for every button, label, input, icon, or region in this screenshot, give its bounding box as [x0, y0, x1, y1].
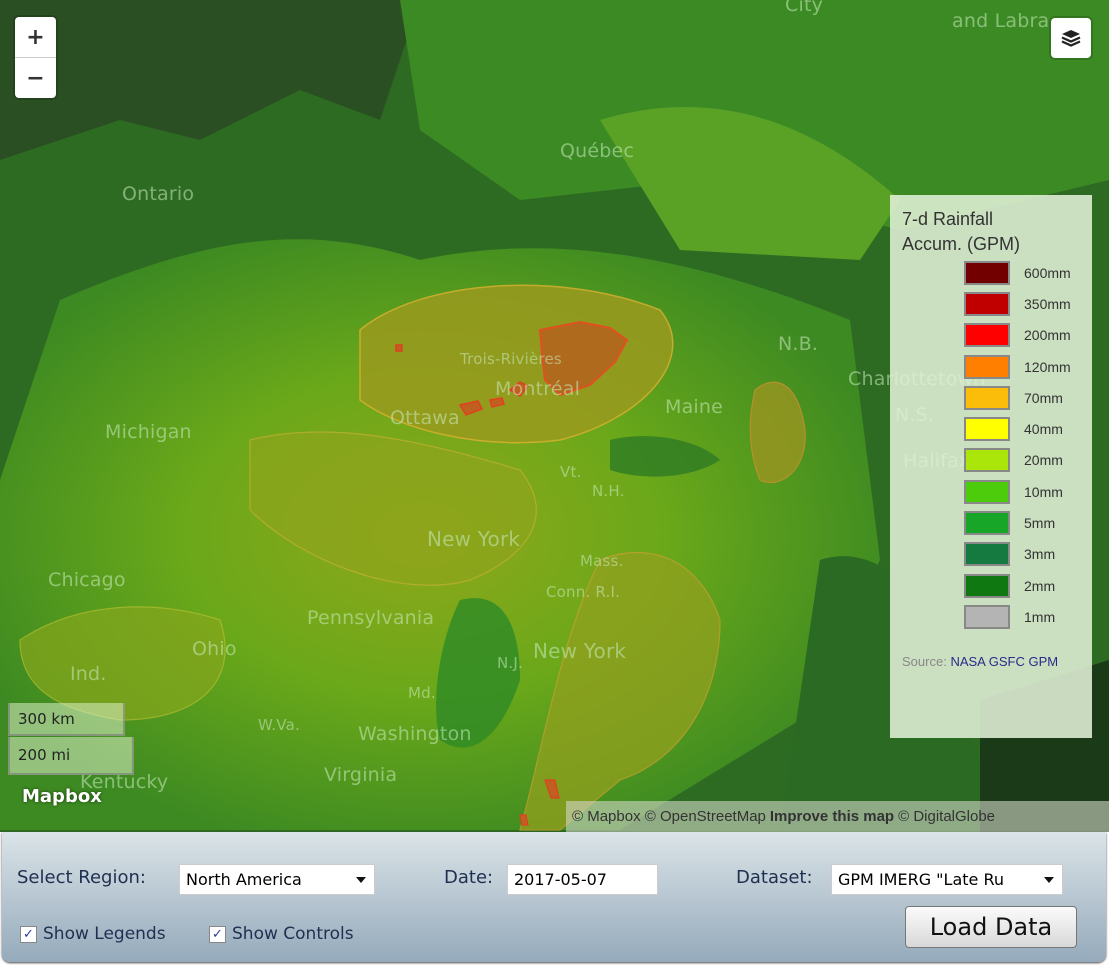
scale-mi: 200 mi — [8, 737, 134, 775]
legend-swatch — [964, 417, 1010, 442]
date-label: Date: — [444, 867, 494, 888]
legend-row: 40mm — [902, 413, 1082, 444]
show-legends-checkbox[interactable]: ✓ Show Legends — [20, 924, 166, 944]
legend-row: 70mm — [902, 382, 1082, 413]
legend-row: 350mm — [902, 288, 1082, 319]
scale-km: 300 km — [8, 703, 125, 736]
legend-title-line2: Accum. (GPM) — [902, 234, 1021, 254]
place-label: and Labra — [952, 10, 1050, 32]
legend-row: 120mm — [902, 351, 1082, 382]
legend-label: 600mm — [1024, 264, 1071, 281]
map-attribution: © Mapbox © OpenStreetMap Improve this ma… — [566, 801, 1109, 832]
legend-swatch — [964, 323, 1010, 348]
chevron-down-icon — [356, 877, 366, 883]
improve-map-link[interactable]: Improve this map — [770, 808, 894, 825]
place-label: Ottawa — [390, 407, 460, 429]
legend-source: Source: NASA GSFC GPM — [902, 647, 1082, 676]
show-controls-label: Show Controls — [232, 924, 354, 944]
legend-swatch — [964, 291, 1010, 316]
legend-label: 120mm — [1024, 358, 1071, 375]
show-legends-label: Show Legends — [43, 924, 166, 944]
attribution-digitalglobe[interactable]: © DigitalGlobe — [898, 808, 995, 825]
legend-label: 40mm — [1024, 421, 1063, 438]
legend-row: 3mm — [902, 539, 1082, 570]
legend-swatch — [964, 385, 1010, 410]
legend-row: 600mm — [902, 257, 1082, 288]
layers-button[interactable] — [1051, 18, 1091, 58]
legend-swatch — [964, 511, 1010, 536]
legend-row: 10mm — [902, 476, 1082, 507]
legend-swatch — [964, 260, 1010, 285]
zoom-out-button[interactable]: − — [15, 58, 56, 98]
place-label: Ohio — [192, 638, 237, 660]
checkbox-legends[interactable]: ✓ — [20, 925, 37, 943]
place-label: City — [785, 0, 824, 16]
region-label: Select Region: — [17, 867, 146, 888]
place-label: N.B. — [778, 333, 819, 355]
legend-label: 1mm — [1024, 608, 1056, 625]
source-link[interactable]: NASA GSFC GPM — [950, 654, 1058, 669]
chevron-down-icon — [1044, 877, 1054, 883]
place-label: Conn. R.I. — [546, 583, 621, 601]
legend-row: 1mm — [902, 601, 1082, 632]
legend-title-line1: 7-d Rainfall — [902, 209, 994, 229]
checkbox-controls[interactable]: ✓ — [209, 925, 226, 943]
legend-label: 70mm — [1024, 389, 1063, 406]
legend-swatch — [964, 604, 1010, 629]
legend-swatch — [964, 354, 1010, 379]
place-label: Chicago — [48, 569, 126, 591]
load-data-button[interactable]: Load Data — [905, 906, 1077, 948]
legend-label: 3mm — [1024, 546, 1056, 563]
place-label: Québec — [560, 140, 635, 162]
attribution-osm[interactable]: © OpenStreetMap — [645, 808, 766, 825]
legend-label: 350mm — [1024, 295, 1071, 312]
legend-row: 5mm — [902, 507, 1082, 538]
place-label: Trois-Rivières — [460, 350, 562, 368]
zoom-in-button[interactable]: + — [15, 17, 56, 58]
mapbox-logo[interactable]: Mapbox — [22, 786, 102, 807]
place-label: New York — [427, 527, 521, 551]
attribution-mapbox[interactable]: © Mapbox — [572, 808, 641, 825]
legend-label: 2mm — [1024, 577, 1056, 594]
place-label: Maine — [665, 396, 724, 418]
layers-icon — [1061, 30, 1081, 47]
region-select-value: North America — [186, 870, 302, 889]
place-label: Michigan — [105, 421, 192, 443]
place-label: Md. — [408, 684, 436, 702]
legend-label: 20mm — [1024, 452, 1063, 469]
legend-row: 200mm — [902, 320, 1082, 351]
dataset-label: Dataset: — [736, 867, 813, 888]
legend-swatch — [964, 573, 1010, 598]
legend-swatch — [964, 448, 1010, 473]
dataset-select[interactable]: GPM IMERG "Late Ru — [831, 864, 1063, 895]
place-label: Ontario — [122, 183, 195, 205]
map-canvas[interactable]: City and Labra Québec Ontario Trois-Rivi… — [0, 0, 1109, 832]
place-label: New York — [533, 639, 627, 663]
place-label: Washington — [358, 723, 472, 745]
legend-label: 10mm — [1024, 483, 1063, 500]
date-input[interactable] — [507, 864, 658, 895]
legend-swatch — [964, 479, 1010, 504]
place-label: Pennsylvania — [307, 607, 435, 629]
place-label: Ind. — [70, 663, 107, 685]
legend-label: 200mm — [1024, 327, 1071, 344]
place-label: W.Va. — [258, 716, 300, 734]
rainfall-legend: 7-d Rainfall Accum. (GPM) 600mm 350mm 200m… — [890, 195, 1092, 738]
place-label: Virginia — [324, 764, 398, 786]
place-label: Montréal — [495, 378, 581, 400]
show-controls-checkbox[interactable]: ✓ Show Controls — [209, 924, 354, 944]
region-select[interactable]: North America — [179, 864, 375, 895]
place-label: Vt. — [560, 463, 582, 481]
legend-label: 5mm — [1024, 515, 1056, 532]
legend-swatch — [964, 542, 1010, 567]
source-label: Source: — [902, 653, 947, 669]
legend-row: 20mm — [902, 445, 1082, 476]
legend-row: 2mm — [902, 570, 1082, 601]
place-label: N.H. — [592, 482, 625, 500]
dataset-select-value: GPM IMERG "Late Ru — [838, 870, 1004, 889]
place-label: N.J. — [497, 654, 523, 672]
place-label: Mass. — [580, 552, 624, 570]
zoom-control: + − — [15, 17, 56, 98]
